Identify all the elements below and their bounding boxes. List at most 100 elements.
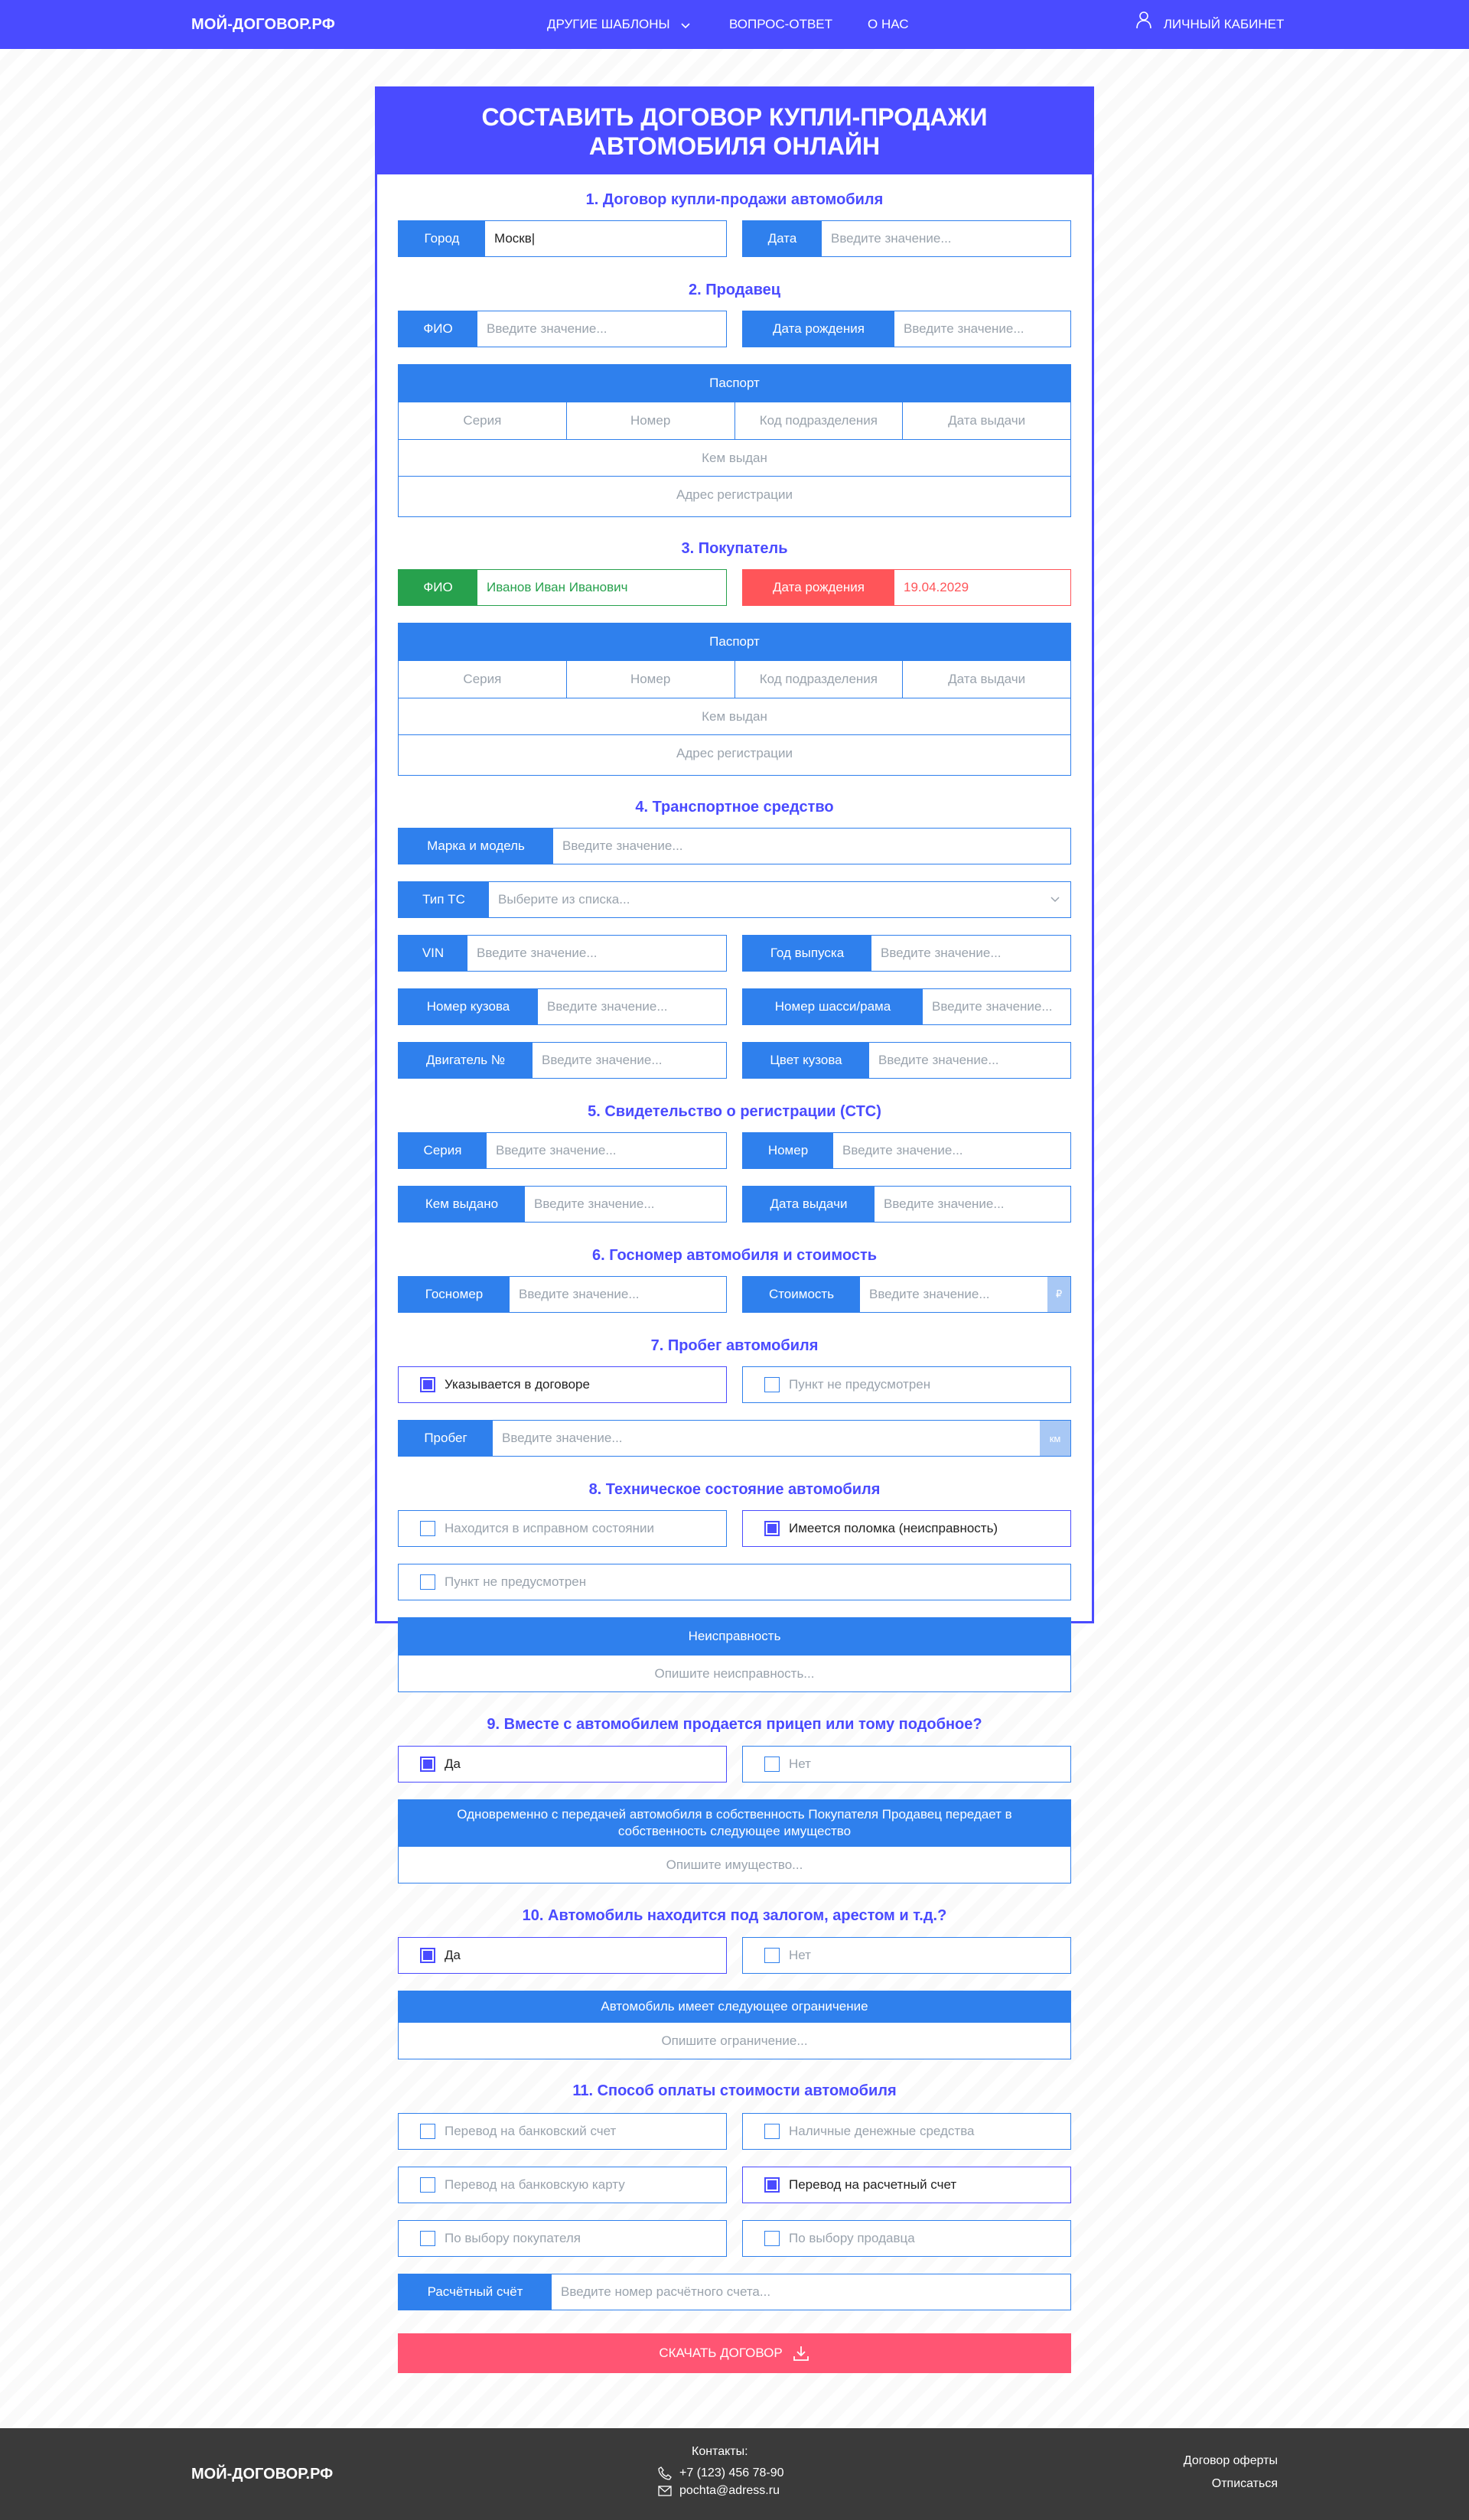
payment-settlement-option[interactable]: Перевод на расчетный счет	[742, 2167, 1071, 2203]
footer-unsubscribe-link[interactable]: Отписаться	[1212, 2477, 1278, 2491]
seller-fio-input[interactable]: Введите значение...	[477, 311, 726, 347]
footer-phone[interactable]: +7 (123) 456 78-90	[658, 2466, 784, 2480]
chassis-number-field[interactable]: Номер шасси/рама Введите значение...	[742, 988, 1071, 1025]
condition-not-provided-option[interactable]: Пункт не предусмотрен	[398, 1564, 1071, 1600]
restriction-description-input[interactable]: Опишите ограничение...	[399, 2022, 1070, 2059]
buyer-passport-series[interactable]: Серия	[399, 661, 566, 698]
price-field[interactable]: Стоимость Введите значение... ₽	[742, 1276, 1071, 1313]
make-model-input[interactable]: Введите значение...	[553, 829, 1070, 864]
mileage-not-provided-option[interactable]: Пункт не предусмотрен	[742, 1366, 1071, 1403]
nav-about[interactable]: О НАС	[868, 0, 908, 49]
property-transfer-title: Одновременно с передачей автомобиля в со…	[399, 1800, 1070, 1846]
fault-description-input[interactable]: Опишите неисправность...	[399, 1655, 1070, 1691]
nav-faq[interactable]: ВОПРОС-ОТВЕТ	[729, 0, 832, 49]
nav-other-templates-label: ДРУГИЕ ШАБЛОНЫ	[547, 17, 670, 31]
seller-passport-issue-date[interactable]: Дата выдачи	[902, 402, 1070, 439]
condition-broken-option[interactable]: Имеется поломка (неисправность)	[742, 1510, 1071, 1547]
download-contract-label: СКАЧАТЬ ДОГОВОР	[659, 2346, 783, 2360]
settlement-account-field[interactable]: Расчётный счёт Введите номер расчётного …	[398, 2274, 1071, 2310]
city-field[interactable]: Город Москв|	[398, 220, 727, 257]
make-model-field[interactable]: Марка и модель Введите значение...	[398, 828, 1071, 864]
buyer-passport-issued-by[interactable]: Кем выдан	[399, 698, 1070, 734]
footer: МОЙ-ДОГОВОР.РФ Контакты: +7 (123) 456 78…	[0, 2428, 1469, 2520]
footer-email[interactable]: pochta@adress.ru	[658, 2484, 780, 2498]
buyer-dob-input[interactable]: 19.04.2029	[894, 570, 1070, 605]
body-color-input[interactable]: Введите значение...	[869, 1043, 1070, 1078]
body-number-field[interactable]: Номер кузова Введите значение...	[398, 988, 727, 1025]
vin-input[interactable]: Введите значение...	[467, 936, 726, 971]
buyer-passport-code[interactable]: Код подразделения	[734, 661, 903, 698]
fault-block: Неисправность Опишите неисправность...	[398, 1617, 1071, 1692]
checkbox-checked-icon	[764, 2177, 780, 2193]
mileage-field[interactable]: Пробег Введите значение... км	[398, 1420, 1071, 1457]
payment-bank-account-option[interactable]: Перевод на банковский счет	[398, 2113, 727, 2150]
sts-issue-date-input[interactable]: Введите значение...	[875, 1187, 1070, 1222]
year-input[interactable]: Введите значение...	[871, 936, 1070, 971]
plate-number-field[interactable]: Госномер Введите значение...	[398, 1276, 727, 1313]
trailer-no-option[interactable]: Нет	[742, 1746, 1071, 1783]
seller-dob-field[interactable]: Дата рождения Введите значение...	[742, 311, 1071, 347]
mileage-input[interactable]: Введите значение...	[493, 1421, 1040, 1456]
chassis-number-input[interactable]: Введите значение...	[923, 989, 1070, 1024]
engine-number-field[interactable]: Двигатель № Введите значение...	[398, 1042, 727, 1079]
footer-offer-link[interactable]: Договор оферты	[1184, 2454, 1278, 2468]
price-input[interactable]: Введите значение...	[860, 1277, 1047, 1312]
payment-cash-option[interactable]: Наличные денежные средства	[742, 2113, 1071, 2150]
mileage-unit: км	[1040, 1421, 1070, 1456]
sts-number-input[interactable]: Введите значение...	[833, 1133, 1070, 1168]
encumbrance-yes-option[interactable]: Да	[398, 1937, 727, 1974]
mileage-in-contract-option[interactable]: Указывается в договоре	[398, 1366, 727, 1403]
buyer-registration-address[interactable]: Адрес регистрации	[399, 734, 1070, 771]
vin-field[interactable]: VIN Введите значение...	[398, 935, 727, 972]
engine-number-label: Двигатель №	[399, 1043, 533, 1078]
buyer-dob-field[interactable]: Дата рождения 19.04.2029	[742, 569, 1071, 606]
body-color-field[interactable]: Цвет кузова Введите значение...	[742, 1042, 1071, 1079]
seller-dob-input[interactable]: Введите значение...	[894, 311, 1070, 347]
contract-date-field[interactable]: Дата Введите значение...	[742, 220, 1071, 257]
payment-buyer-choice-option[interactable]: По выбору покупателя	[398, 2220, 727, 2257]
personal-cabinet-link[interactable]: ЛИЧНЫЙ КАБИНЕТ	[1135, 0, 1284, 49]
buyer-passport-issue-date[interactable]: Дата выдачи	[902, 661, 1070, 698]
buyer-fio-field[interactable]: ФИО Иванов Иван Иванович	[398, 569, 727, 606]
year-label: Год выпуска	[743, 936, 871, 971]
sts-series-field[interactable]: Серия Введите значение...	[398, 1132, 727, 1169]
seller-passport-code[interactable]: Код подразделения	[734, 402, 903, 439]
sts-issued-by-input[interactable]: Введите значение...	[525, 1187, 726, 1222]
city-input[interactable]: Москв|	[485, 221, 726, 256]
seller-passport-number[interactable]: Номер	[565, 402, 734, 439]
payment-bank-card-option[interactable]: Перевод на банковскую карту	[398, 2167, 727, 2203]
condition-ok-option[interactable]: Находится в исправном состоянии	[398, 1510, 727, 1547]
encumbrance-no-option[interactable]: Нет	[742, 1937, 1071, 1974]
encumbrance-yes-label: Да	[445, 1948, 461, 1962]
payment-bank-card-label: Перевод на банковскую карту	[445, 2177, 625, 2192]
seller-fio-field[interactable]: ФИО Введите значение...	[398, 311, 727, 347]
vehicle-type-select[interactable]: Тип ТС Выберите из списка...	[398, 881, 1071, 918]
seller-registration-address[interactable]: Адрес регистрации	[399, 476, 1070, 513]
sts-issue-date-field[interactable]: Дата выдачи Введите значение...	[742, 1186, 1071, 1223]
sts-number-field[interactable]: Номер Введите значение...	[742, 1132, 1071, 1169]
seller-passport-issued-by[interactable]: Кем выдан	[399, 439, 1070, 476]
property-description-input[interactable]: Опишите имущество...	[399, 1846, 1070, 1883]
seller-passport-series[interactable]: Серия	[399, 402, 566, 439]
settlement-account-input[interactable]: Введите номер расчётного счета...	[552, 2274, 1070, 2310]
chevron-down-icon[interactable]	[1040, 882, 1070, 917]
contract-date-input[interactable]: Введите значение...	[822, 221, 1070, 256]
payment-seller-choice-label: По выбору продавца	[789, 2231, 915, 2245]
sts-series-input[interactable]: Введите значение...	[487, 1133, 726, 1168]
engine-number-input[interactable]: Введите значение...	[533, 1043, 726, 1078]
footer-logo[interactable]: МОЙ-ДОГОВОР.РФ	[191, 2428, 333, 2520]
year-field[interactable]: Год выпуска Введите значение...	[742, 935, 1071, 972]
plate-number-input[interactable]: Введите значение...	[510, 1277, 726, 1312]
buyer-fio-input[interactable]: Иванов Иван Иванович	[477, 570, 726, 605]
body-number-input[interactable]: Введите значение...	[538, 989, 726, 1024]
vehicle-type-value[interactable]: Выберите из списка...	[489, 882, 1040, 917]
buyer-passport-number[interactable]: Номер	[565, 661, 734, 698]
payment-seller-choice-option[interactable]: По выбору продавца	[742, 2220, 1071, 2257]
sts-issued-by-field[interactable]: Кем выдано Введите значение...	[398, 1186, 727, 1223]
site-logo[interactable]: МОЙ-ДОГОВОР.РФ	[191, 0, 335, 49]
trailer-yes-option[interactable]: Да	[398, 1746, 727, 1783]
section-11-title: 11. Способ оплаты стоимости автомобиля	[572, 2082, 897, 2099]
restriction-title: Автомобиль имеет следующее ограничение	[399, 1991, 1070, 2022]
nav-other-templates[interactable]: ДРУГИЕ ШАБЛОНЫ	[547, 0, 690, 49]
download-contract-button[interactable]: СКАЧАТЬ ДОГОВОР	[398, 2333, 1071, 2373]
